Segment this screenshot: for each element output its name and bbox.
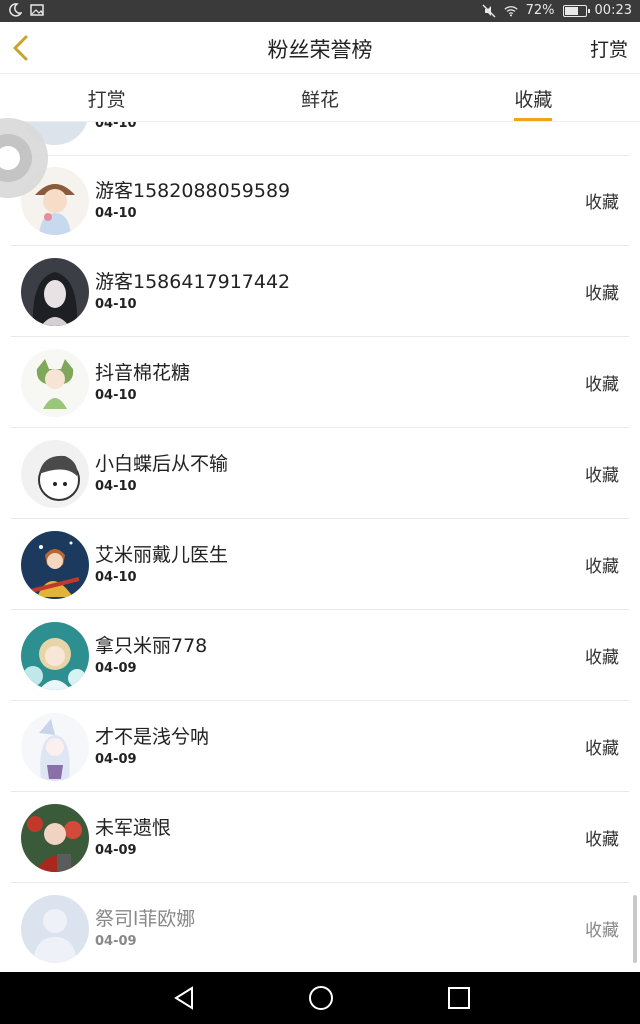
tab-label: 打赏 (87, 89, 126, 111)
navigation-bar (0, 972, 640, 1024)
clock: 00:23 (594, 3, 632, 18)
item-action: 收藏 (585, 375, 619, 395)
floating-disc-icon[interactable] (0, 116, 50, 200)
wifi-icon (504, 5, 518, 16)
avatar (21, 622, 89, 690)
tab-bar: 打赏 鲜花 收藏 (0, 74, 640, 122)
item-action: 收藏 (585, 284, 619, 304)
list-item[interactable]: 小白蝶后从不输 04-10 收藏 (11, 429, 629, 519)
item-date: 04-10 (95, 122, 137, 131)
list-item-partial[interactable]: 04-10 (11, 122, 629, 156)
moon-icon (9, 3, 22, 17)
item-action: 收藏 (585, 648, 619, 668)
item-date: 04-10 (95, 570, 137, 585)
list-item[interactable]: 抖音棉花糖 04-10 收藏 (11, 338, 629, 428)
item-name: 未军遗恨 (95, 817, 172, 839)
back-nav-icon[interactable] (170, 984, 198, 1012)
avatar (21, 531, 89, 599)
list-item[interactable]: 游客1586417917442 04-10 收藏 (11, 247, 629, 337)
item-name: 游客1586417917442 (95, 271, 291, 293)
image-icon (30, 4, 44, 16)
item-action: 收藏 (585, 921, 619, 941)
item-action: 收藏 (585, 739, 619, 759)
tab-flowers[interactable]: 鲜花 (213, 74, 426, 121)
avatar (21, 258, 89, 326)
header: 粉丝荣誉榜 打赏 (0, 22, 640, 74)
battery-fill (564, 6, 579, 15)
item-name: 拿只米丽778 (95, 635, 208, 657)
scrollbar[interactable] (633, 895, 637, 963)
list-item[interactable]: 艾米丽戴儿医生 04-10 收藏 (11, 520, 629, 610)
avatar (21, 440, 89, 508)
recents-nav-icon[interactable] (445, 984, 473, 1012)
item-date: 04-09 (95, 752, 137, 767)
home-nav-icon[interactable] (307, 984, 335, 1012)
list-item[interactable]: 才不是浅兮呐 04-09 收藏 (11, 702, 629, 792)
item-date: 04-09 (95, 934, 137, 949)
tab-favorites[interactable]: 收藏 (427, 74, 640, 121)
list-item[interactable]: 祭司l菲欧娜 04-09 收藏 (11, 884, 629, 972)
item-date: 04-09 (95, 843, 137, 858)
item-name: 才不是浅兮呐 (95, 726, 210, 748)
item-date: 04-10 (95, 479, 137, 494)
item-name: 艾米丽戴儿医生 (95, 544, 229, 566)
item-date: 04-10 (95, 206, 137, 221)
item-action: 收藏 (585, 557, 619, 577)
item-date: 04-09 (95, 661, 137, 676)
avatar (21, 349, 89, 417)
list-item[interactable]: 游客1582088059589 04-10 收藏 (11, 156, 629, 246)
avatar (21, 713, 89, 781)
page-title: 粉丝荣誉榜 (267, 38, 373, 62)
fan-list[interactable]: 04-10 游客1582088059589 04-10 收藏 游客1586417… (0, 122, 640, 972)
list-item[interactable]: 未军遗恨 04-09 收藏 (11, 793, 629, 883)
status-bar: 72% 00:23 (0, 0, 640, 22)
mute-icon (482, 4, 496, 17)
tab-reward[interactable]: 打赏 (0, 74, 213, 121)
battery-percent: 72% (525, 3, 555, 18)
avatar (21, 804, 89, 872)
item-name: 游客1582088059589 (95, 180, 291, 202)
list-item[interactable]: 拿只米丽778 04-09 收藏 (11, 611, 629, 701)
item-action: 收藏 (585, 193, 619, 213)
item-action: 收藏 (585, 830, 619, 850)
battery-icon (562, 4, 590, 17)
item-action: 收藏 (585, 466, 619, 486)
item-name: 祭司l菲欧娜 (95, 908, 196, 930)
item-name: 抖音棉花糖 (95, 362, 191, 384)
tab-label: 收藏 (514, 85, 553, 121)
avatar (21, 895, 89, 963)
item-date: 04-10 (95, 388, 137, 403)
item-date: 04-10 (95, 297, 137, 312)
reward-button[interactable]: 打赏 (590, 35, 628, 62)
item-name: 小白蝶后从不输 (95, 453, 229, 475)
tab-label: 鲜花 (300, 89, 339, 111)
